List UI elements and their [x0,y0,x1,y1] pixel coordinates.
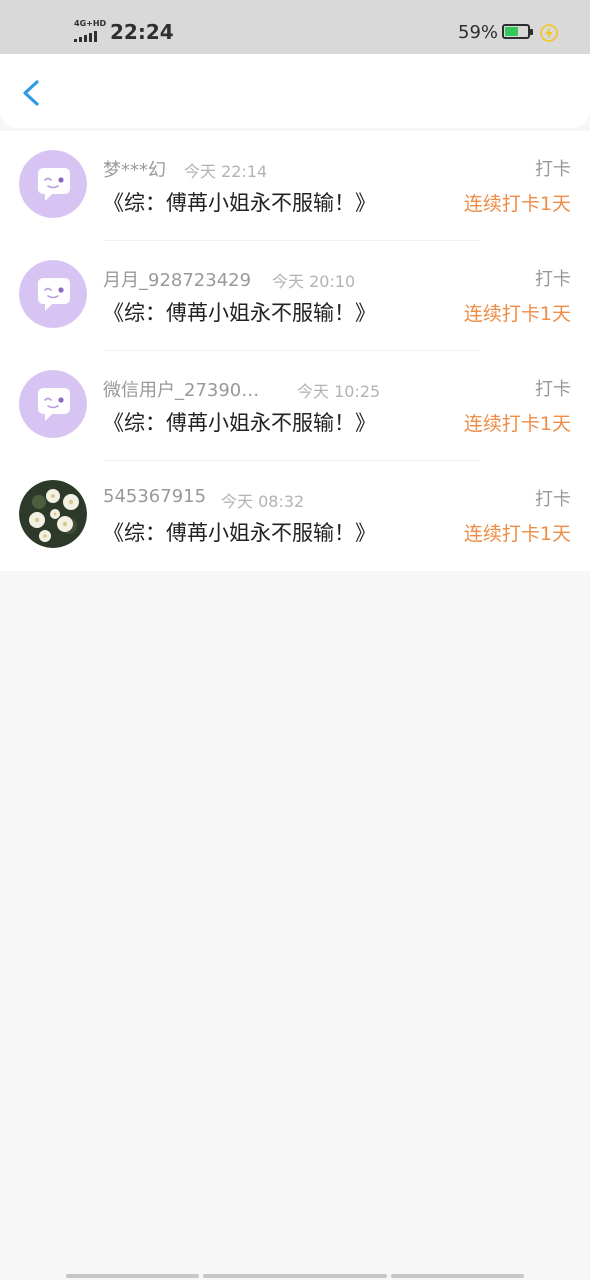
user-name: 微信用户_27390… [103,380,260,401]
streak-label: 连续打卡1天 [463,413,571,435]
streak-label: 连续打卡1天 [463,193,571,215]
user-name: 月月_928723429 [103,270,252,291]
checkin-time: 今天 10:25 [297,382,381,401]
battery-icon [502,24,530,39]
bolt-icon [540,24,558,42]
checkin-label: 打卡 [535,489,571,510]
chevron-left-icon [23,80,39,106]
chat-bubble-avatar [19,150,87,218]
battery-level [505,27,518,36]
checkin-label: 打卡 [535,269,571,290]
user-name: 545367915 [103,486,207,507]
network-type: 4G+HD [74,19,107,28]
list-item[interactable]: 梦***幻 今天 22:14 《综：傅苒小姐永不服输！》 打卡 连续打卡1天 [0,131,590,241]
book-title: 《综：傅苒小姐永不服输！》 [103,521,376,545]
signal-bars-icon [74,30,104,42]
streak-label: 连续打卡1天 [463,303,571,325]
list-item[interactable]: 月月_928723429 今天 20:10 《综：傅苒小姐永不服输！》 打卡 连… [0,241,590,351]
book-title: 《综：傅苒小姐永不服输！》 [103,301,376,325]
book-title: 《综：傅苒小姐永不服输！》 [103,411,376,435]
chat-bubble-avatar [19,260,87,328]
battery-percent: 59% [458,22,499,43]
nav-bar [0,54,590,128]
list-item[interactable]: 微信用户_27390… 今天 10:25 《综：傅苒小姐永不服输！》 打卡 连续… [0,351,590,461]
checkin-list: 梦***幻 今天 22:14 《综：傅苒小姐永不服输！》 打卡 连续打卡1天 月… [0,131,590,571]
checkin-time: 今天 08:32 [221,492,305,511]
status-bar: 4G+HD 22:24 59% [0,0,590,54]
book-title: 《综：傅苒小姐永不服输！》 [103,191,376,215]
back-button[interactable] [14,76,48,110]
checkin-label: 打卡 [535,379,571,400]
clock: 22:24 [110,20,174,44]
battery-tip [530,29,533,35]
chat-bubble-avatar [19,370,87,438]
user-name: 梦***幻 [103,160,166,181]
list-item[interactable]: 545367915 今天 08:32 《综：傅苒小姐永不服输！》 打卡 连续打卡… [0,461,590,571]
signal-icon: 4G+HD [74,19,107,42]
streak-label: 连续打卡1天 [463,523,571,545]
home-indicator-left [66,1274,199,1278]
checkin-time: 今天 20:10 [272,272,356,291]
home-indicator-right [391,1274,524,1278]
checkin-time: 今天 22:14 [184,162,268,181]
home-indicator-center [203,1274,387,1278]
checkin-label: 打卡 [535,159,571,180]
flower-photo-avatar [19,480,87,548]
